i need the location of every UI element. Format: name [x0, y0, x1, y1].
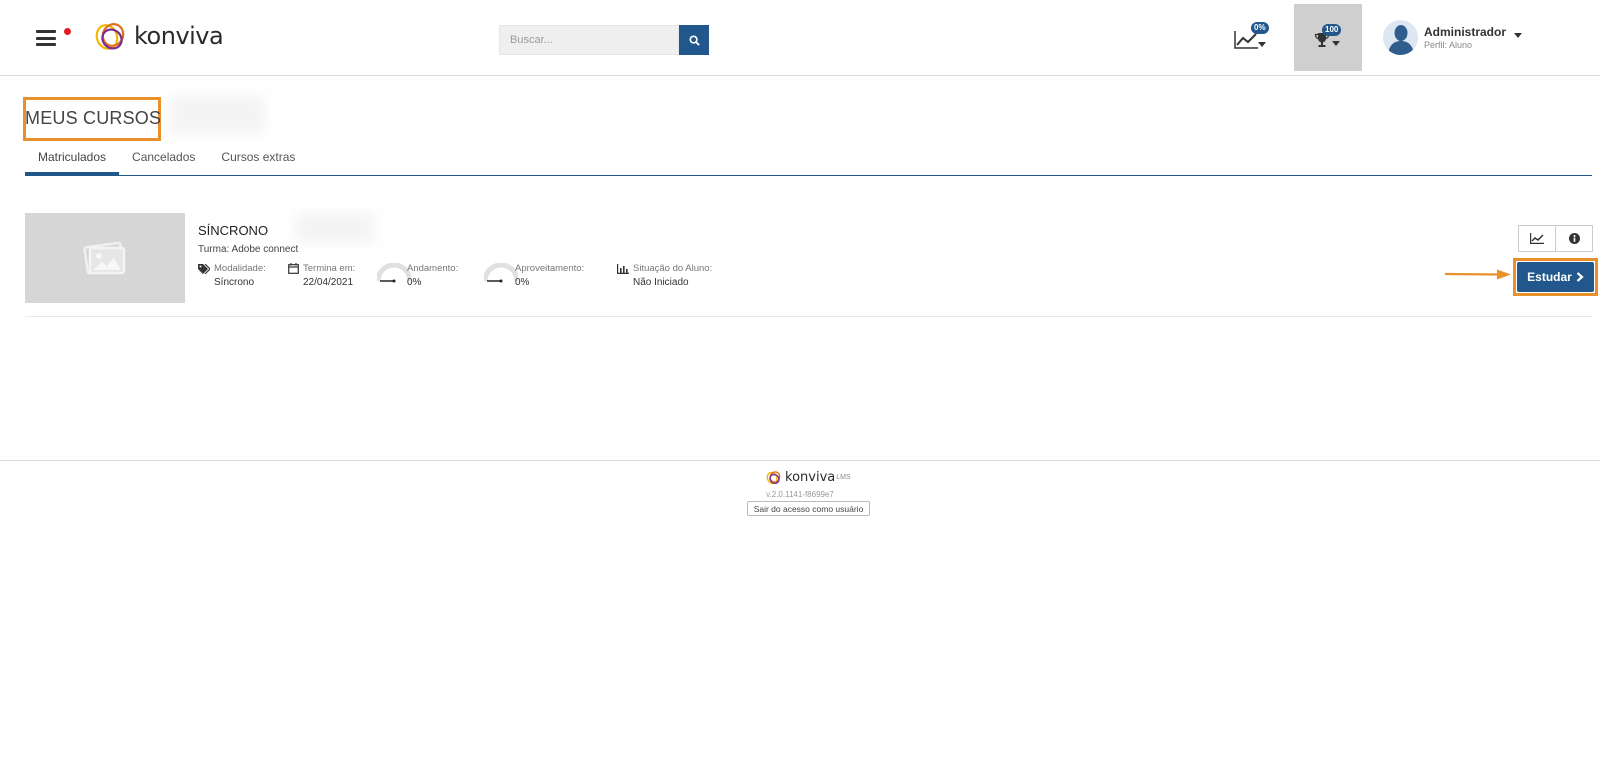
chevron-right-icon [1576, 272, 1584, 282]
course-turma: Turma: Adobe connect [198, 244, 299, 255]
footer-lms: LMS [836, 474, 851, 481]
footer-logo: konviva LMS [766, 470, 851, 485]
aproveitamento-gauge [484, 263, 518, 283]
avatar [1383, 20, 1418, 55]
course-info-button[interactable] [1555, 225, 1593, 252]
notification-dot [64, 28, 71, 35]
user-menu[interactable]: Administrador Perfil: Aluno [1383, 20, 1523, 55]
course-item: SÍNCRONO Turma: Adobe connect Modalidade… [25, 213, 1598, 317]
image-placeholder-icon [83, 241, 126, 275]
study-button[interactable]: Estudar [1517, 262, 1594, 292]
study-label: Estudar [1527, 270, 1572, 284]
info-icon [1568, 233, 1580, 244]
arrow-annotation [1445, 269, 1511, 280]
calendar-icon [288, 263, 299, 274]
meta-aproveitamento: Aproveitamento: 0% [515, 263, 584, 288]
course-stats-button[interactable] [1518, 225, 1556, 252]
meta-modalidade: Modalidade: Síncrono [198, 263, 266, 288]
meta-termina: Termina em: 22/04/2021 [288, 263, 355, 288]
top-header: konviva 0% 100 [0, 0, 1600, 76]
trophy-badge: 100 [1322, 24, 1342, 36]
termina-label: Termina em: [303, 263, 356, 274]
footer-version: v.2.0.1141-f8699e7 [766, 490, 834, 499]
course-tabs: Matriculados Cancelados Cursos extras [25, 142, 1592, 176]
user-role: Perfil: Aluno [1424, 40, 1473, 50]
footer-logo-text: konviva [785, 470, 836, 485]
footer: konviva LMS v.2.0.1141-f8699e7 Sair do a… [0, 460, 1600, 540]
andamento-value: 0% [407, 277, 422, 288]
modalidade-value: Síncrono [214, 277, 255, 288]
blurred-region [295, 213, 375, 243]
situacao-value: Não Iniciado [633, 277, 689, 288]
chart-line-icon [1530, 233, 1544, 244]
meta-situacao: Situação do Aluno: Não Iniciado [617, 263, 712, 288]
aproveitamento-value: 0% [515, 277, 530, 288]
chevron-down-icon [1258, 42, 1266, 47]
andamento-gauge [377, 263, 411, 283]
chevron-down-icon [1332, 41, 1340, 46]
progress-dropdown[interactable]: 0% [1234, 22, 1274, 56]
tab-matriculados[interactable]: Matriculados [25, 142, 120, 176]
search-button[interactable] [679, 25, 709, 55]
menu-icon[interactable] [36, 30, 56, 46]
konviva-logo[interactable]: konviva [94, 20, 224, 52]
tab-cursos-extras[interactable]: Cursos extras [208, 142, 308, 176]
search-bar [499, 25, 709, 55]
konviva-logo-icon [95, 23, 125, 50]
tags-icon [198, 263, 210, 274]
modalidade-label: Modalidade: [214, 263, 266, 274]
search-icon [688, 34, 700, 46]
tab-cancelados[interactable]: Cancelados [119, 142, 208, 176]
andamento-label: Andamento: [407, 263, 459, 274]
search-input[interactable] [499, 25, 679, 55]
konviva-logo-icon [766, 471, 781, 485]
trophy-dropdown[interactable]: 100 [1294, 4, 1362, 71]
course-title[interactable]: SÍNCRONO [198, 223, 268, 238]
exit-user-access-button[interactable]: Sair do acesso como usuário [747, 501, 870, 516]
course-thumbnail[interactable] [25, 213, 185, 303]
termina-value: 22/04/2021 [303, 277, 354, 288]
bar-chart-icon [617, 263, 629, 274]
page-title: MEUS CURSOS [25, 108, 162, 128]
situacao-label: Situação do Aluno: [633, 263, 713, 274]
progress-badge: 0% [1251, 22, 1269, 34]
meta-andamento: Andamento: 0% [407, 263, 458, 288]
logo-text: konviva [134, 22, 224, 50]
blurred-region [170, 95, 265, 135]
user-avatar-icon [1383, 20, 1418, 55]
chevron-down-icon [1514, 33, 1523, 38]
user-name: Administrador [1424, 25, 1507, 39]
aproveitamento-label: Aproveitamento: [515, 263, 585, 274]
